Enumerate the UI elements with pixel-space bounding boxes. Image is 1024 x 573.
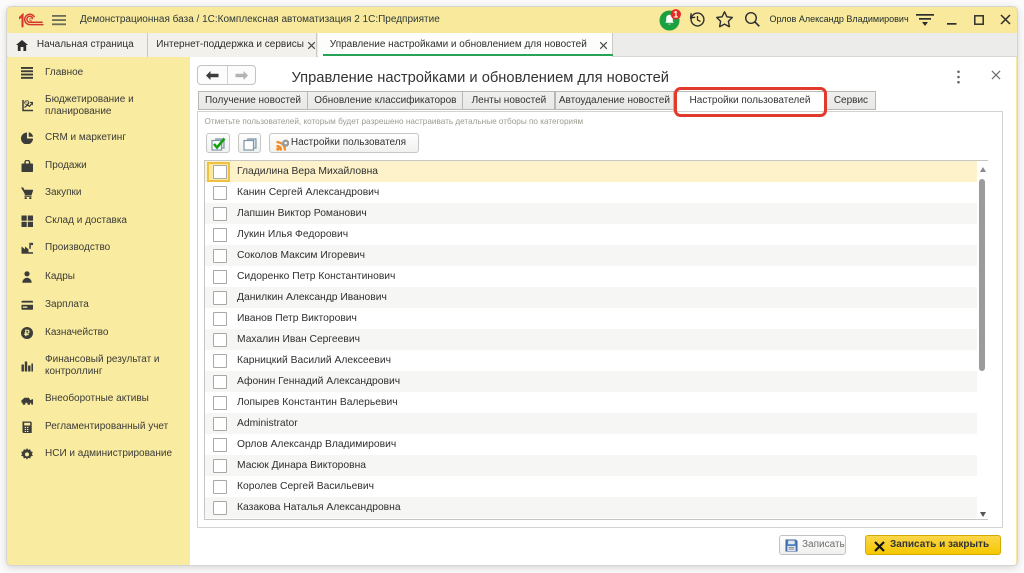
svg-text:1: 1 (673, 10, 678, 20)
svg-text:₽: ₽ (24, 328, 30, 338)
